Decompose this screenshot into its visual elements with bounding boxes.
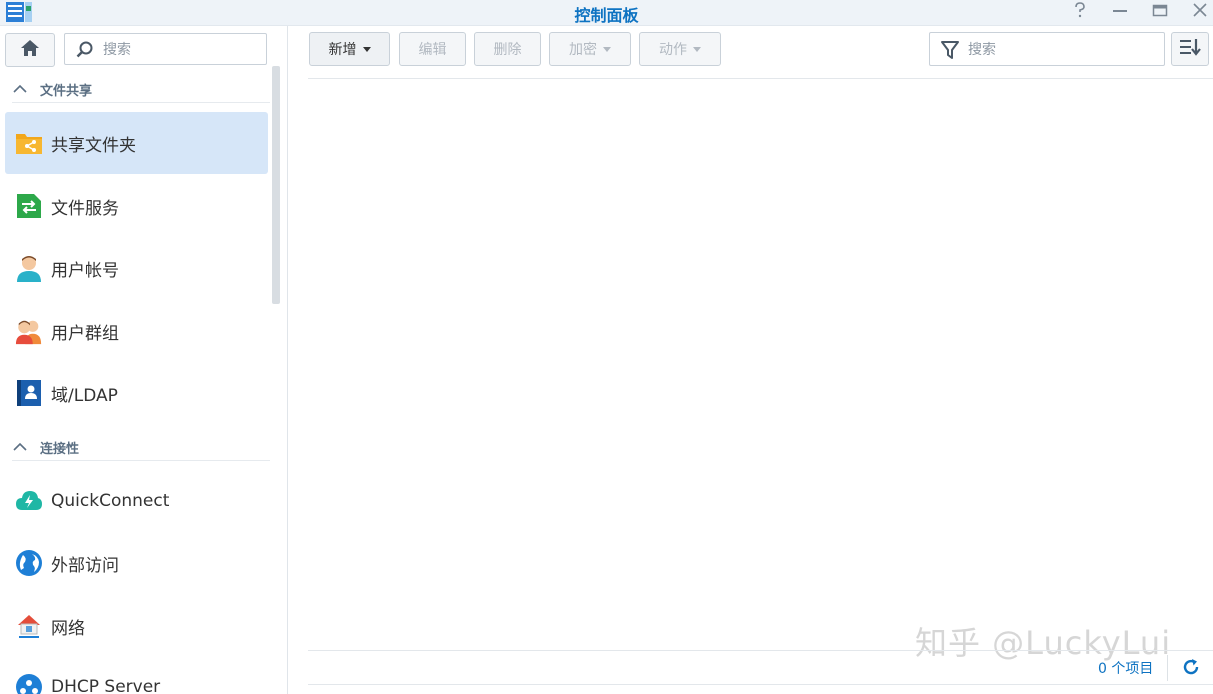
sidebar-item-shared-folder[interactable]: 共享文件夹 [5,112,268,174]
search-icon [76,41,94,63]
home-icon [19,38,41,62]
network-icon [15,611,43,641]
sort-icon [1179,37,1201,61]
section-file-sharing[interactable]: 文件共享 [12,76,270,103]
shared-folder-list [308,79,1213,649]
sidebar-item-label: 外部访问 [51,555,119,576]
sidebar-item-label: 共享文件夹 [51,135,136,156]
minimize-icon[interactable] [1109,2,1131,22]
file-services-icon [15,191,43,221]
footer-separator [1167,655,1168,681]
sidebar-item-label: 用户帐号 [51,260,119,281]
caret-down-icon [603,46,611,52]
shared-folder-icon [15,128,43,158]
quickconnect-icon [15,486,43,516]
sidebar-item-label: DHCP Server [51,677,161,694]
edit-button-label: 编辑 [418,42,447,58]
user-icon [15,253,43,283]
caret-down-icon [362,46,371,52]
ldap-icon [15,378,43,408]
close-icon[interactable] [1189,2,1211,22]
sort-button[interactable] [1171,32,1209,66]
sidebar-search-box[interactable] [64,33,267,65]
sidebar: 文件共享 共享文件夹 文件服务 用户帐号 用户群组 域/LDAP [0,26,288,694]
sidebar-item-label: 域/LDAP [51,385,118,406]
delete-button[interactable]: 删除 [474,32,541,66]
sidebar-item-dhcp-server[interactable]: DHCP Server [5,656,268,694]
delete-button-label: 删除 [493,42,522,58]
encrypt-button[interactable]: 加密 [549,32,631,66]
create-button[interactable]: 新增 [309,32,390,66]
refresh-icon [1182,659,1200,680]
section-connectivity[interactable]: 连接性 [12,434,270,461]
sidebar-item-file-services[interactable]: 文件服务 [5,175,268,237]
title-bar: 控制面板 [0,0,1213,26]
filter-icon [940,40,960,64]
footer-bottom-divider [308,684,1213,685]
create-button-label: 新增 [328,42,357,58]
maximize-icon[interactable] [1149,2,1171,22]
edit-button[interactable]: 编辑 [399,32,466,66]
sidebar-item-user-accounts[interactable]: 用户帐号 [5,237,268,299]
caret-down-icon [693,46,701,52]
item-count: 0 个项目 [1098,661,1154,677]
sidebar-item-user-groups[interactable]: 用户群组 [5,300,268,362]
chevron-up-icon [12,81,28,97]
sidebar-item-label: 用户群组 [51,323,119,344]
sidebar-item-label: 网络 [51,618,85,639]
footer-divider [308,650,1213,651]
chevron-up-icon [12,439,28,455]
refresh-button[interactable] [1182,658,1202,678]
sidebar-item-external-access[interactable]: 外部访问 [5,532,268,594]
sidebar-scrollbar[interactable] [272,66,280,304]
action-button[interactable]: 动作 [639,32,721,66]
encrypt-button-label: 加密 [569,42,597,58]
dhcp-server-icon [15,672,43,694]
action-button-label: 动作 [659,42,687,58]
sidebar-item-domain-ldap[interactable]: 域/LDAP [5,362,268,424]
help-icon[interactable] [1069,2,1091,22]
window-title: 控制面板 [574,6,639,25]
section-label: 文件共享 [40,83,93,99]
filter-search-box[interactable] [929,32,1165,66]
section-label: 连接性 [40,441,80,457]
sidebar-item-label: 文件服务 [51,198,119,219]
sidebar-search-input[interactable] [101,40,255,60]
filter-search-input[interactable] [966,40,1150,60]
sidebar-item-quickconnect[interactable]: QuickConnect [5,470,268,532]
external-access-icon [15,548,43,578]
group-icon [15,316,43,346]
sidebar-item-label: QuickConnect [51,491,170,511]
home-button[interactable] [5,33,55,67]
sidebar-item-network[interactable]: 网络 [5,595,268,657]
